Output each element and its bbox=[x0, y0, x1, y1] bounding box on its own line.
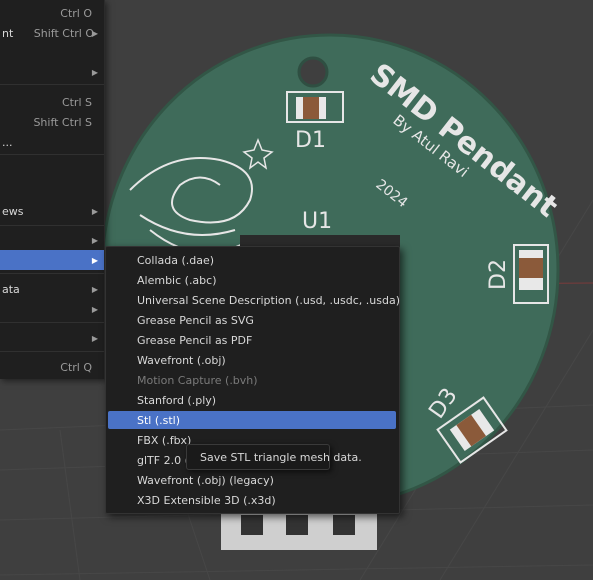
file-menu-item-previews[interactable]: ews ▶ bbox=[0, 201, 104, 221]
shortcut-shift-ctrl-o: Shift Ctrl O bbox=[33, 26, 94, 40]
menu-separator bbox=[0, 84, 104, 85]
submenu-arrow-icon: ▶ bbox=[91, 206, 98, 216]
submenu-arrow-icon: ▶ bbox=[91, 284, 98, 294]
file-menu-item-defaults[interactable]: ▶ bbox=[0, 328, 104, 348]
menu-separator bbox=[0, 154, 104, 155]
menu-separator bbox=[0, 322, 104, 323]
u1-label: U1 bbox=[302, 209, 332, 234]
menu-separator bbox=[0, 273, 104, 274]
export-stanford-ply-item[interactable]: Stanford (.ply) bbox=[108, 391, 396, 409]
file-menu-item-open[interactable]: Ctrl O bbox=[0, 3, 104, 23]
stl-export-tooltip: Save STL triangle mesh data. bbox=[186, 444, 362, 470]
d1-label: D1 bbox=[295, 128, 326, 153]
export-wavefront-obj-legacy-item[interactable]: Wavefront (.obj) (legacy) bbox=[108, 471, 396, 489]
export-motion-capture-item: Motion Capture (.bvh) bbox=[137, 373, 258, 387]
shortcut-ctrl-o: Ctrl O bbox=[60, 6, 92, 20]
export-wavefront-obj-item[interactable]: Wavefront (.obj) bbox=[108, 351, 396, 369]
file-menu: Ctrl O nt Shift Ctrl O ▶ ▶ Ctrl S Shift … bbox=[0, 0, 105, 379]
export-usd-item[interactable]: Universal Scene Description (.usd, .usdc… bbox=[108, 291, 400, 309]
menu-separator bbox=[0, 225, 104, 226]
file-menu-item-save-as[interactable]: Shift Ctrl S bbox=[0, 112, 104, 132]
file-menu-item-quit[interactable]: Ctrl Q bbox=[0, 357, 104, 377]
export-grease-pencil-svg-item[interactable]: Grease Pencil as SVG bbox=[108, 311, 396, 329]
submenu-arrow-icon: ▶ bbox=[91, 333, 98, 343]
submenu-arrow-icon: ▶ bbox=[91, 28, 98, 38]
submenu-arrow-icon: ▶ bbox=[91, 255, 98, 265]
submenu-arrow-icon: ▶ bbox=[91, 235, 98, 245]
file-menu-item-external-data[interactable]: ata ▶ bbox=[0, 279, 104, 299]
export-submenu: Collada (.dae) Alembic (.abc) Universal … bbox=[105, 246, 400, 514]
tooltip-text: Save STL triangle mesh data. bbox=[200, 450, 362, 464]
shortcut-ctrl-s: Ctrl S bbox=[61, 95, 92, 109]
export-alembic-item[interactable]: Alembic (.abc) bbox=[108, 271, 396, 289]
export-stl-item[interactable]: Stl (.stl) bbox=[108, 411, 396, 429]
file-menu-item-revert[interactable]: ▶ bbox=[0, 62, 104, 82]
file-menu-item-import[interactable]: ▶ bbox=[0, 230, 104, 250]
shortcut-ctrl-q: Ctrl Q bbox=[60, 360, 92, 374]
menu-separator bbox=[0, 351, 104, 352]
submenu-arrow-icon: ▶ bbox=[91, 67, 98, 77]
file-menu-item-clean-up[interactable]: ▶ bbox=[0, 299, 104, 319]
shortcut-shift-ctrl-s: Shift Ctrl S bbox=[33, 115, 92, 129]
file-menu-item-save[interactable]: Ctrl S bbox=[0, 92, 104, 112]
export-collada-item[interactable]: Collada (.dae) bbox=[108, 251, 396, 269]
export-x3d-item[interactable]: X3D Extensible 3D (.x3d) bbox=[108, 491, 396, 509]
submenu-arrow-icon: ▶ bbox=[91, 304, 98, 314]
export-grease-pencil-pdf-item[interactable]: Grease Pencil as PDF bbox=[108, 331, 396, 349]
file-menu-item-open-recent[interactable]: nt Shift Ctrl O ▶ bbox=[0, 23, 104, 43]
file-menu-item-export[interactable]: ▶ bbox=[0, 250, 104, 270]
d2-label: D2 bbox=[486, 259, 511, 290]
file-menu-item-save-copy[interactable]: ... bbox=[0, 132, 104, 152]
